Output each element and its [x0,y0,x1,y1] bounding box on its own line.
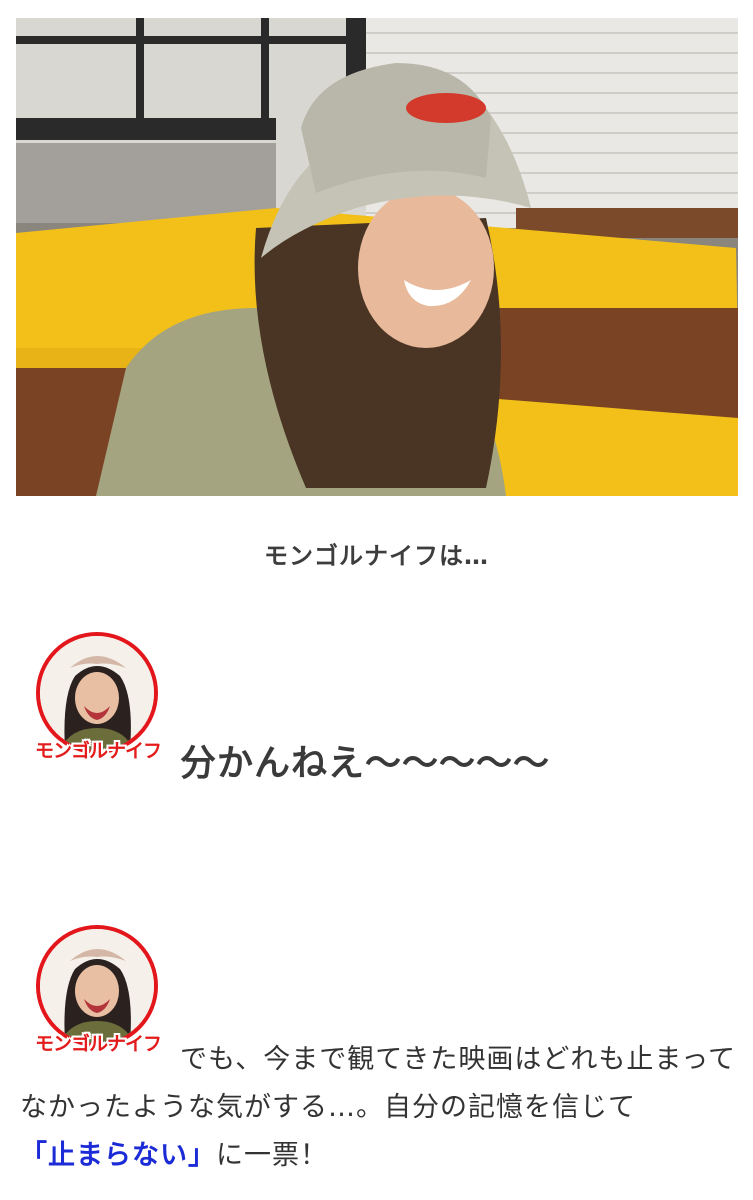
speech-text-end: に一票！ [216,1140,328,1171]
avatar-face [40,929,154,1043]
article-photo [16,18,738,496]
avatar-face [40,636,154,750]
speech-text: でも、今まで観てきた映画はどれも止まってなかったような気がする…。自分の記憶を信… [20,1044,736,1123]
speaker-paragraph: でも、今まで観てきた映画はどれも止まってなかったような気がする…。自分の記憶を信… [20,1036,740,1180]
speaker-speech: 分かんねえ〜〜〜〜〜 [180,743,551,784]
photo-scene [16,18,738,496]
speaker-avatar: モンゴルナイフ [34,632,162,772]
highlight-text: 「止まらない」 [20,1140,216,1171]
photo-caption: モンゴルナイフは… [264,542,489,570]
speaker-name: モンゴルナイフ [34,740,162,762]
